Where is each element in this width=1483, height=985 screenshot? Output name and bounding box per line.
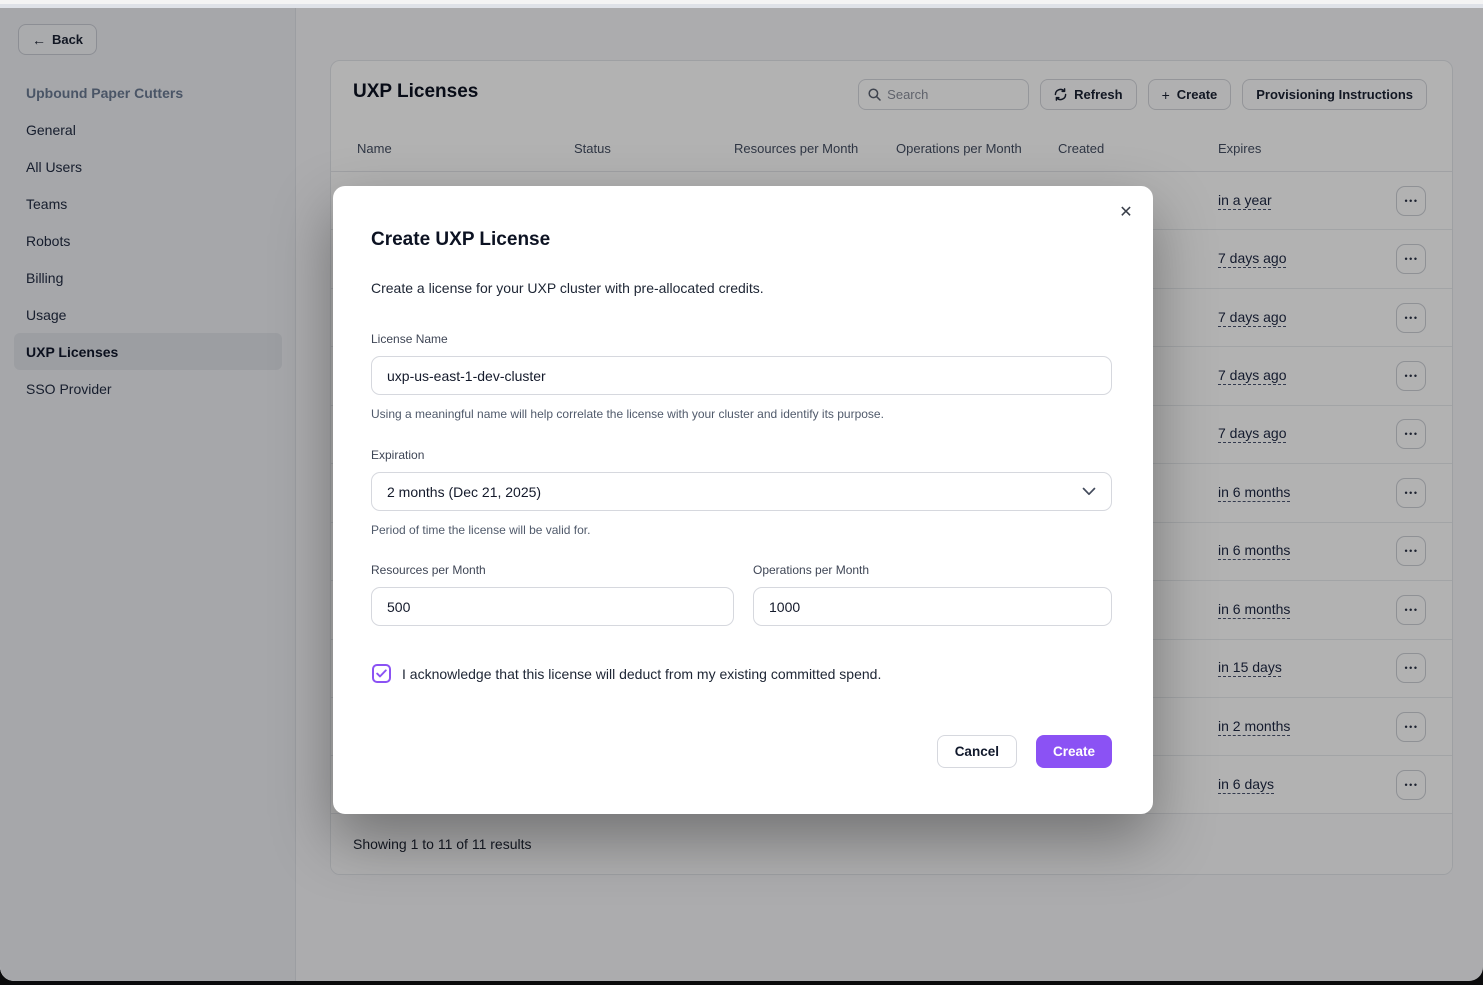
app-window: ← Back Upbound Paper Cutters GeneralAll … bbox=[0, 4, 1483, 981]
modal-actions: Cancel Create bbox=[937, 735, 1112, 768]
modal-title: Create UXP License bbox=[371, 229, 550, 251]
resources-per-month-field[interactable] bbox=[371, 587, 734, 626]
window-top-chrome bbox=[0, 0, 1483, 4]
chevron-down-icon bbox=[1082, 487, 1096, 496]
create-uxp-license-modal: ✕ Create UXP License Create a license fo… bbox=[333, 186, 1153, 814]
license-name-label: License Name bbox=[371, 332, 448, 346]
cancel-button[interactable]: Cancel bbox=[937, 735, 1017, 768]
operations-per-month-field[interactable] bbox=[753, 587, 1112, 626]
modal-create-button[interactable]: Create bbox=[1036, 735, 1112, 768]
acknowledge-label: I acknowledge that this license will ded… bbox=[402, 666, 881, 682]
resources-per-month-label: Resources per Month bbox=[371, 563, 486, 577]
close-icon[interactable]: ✕ bbox=[1112, 198, 1140, 226]
acknowledge-checkbox[interactable] bbox=[372, 664, 391, 683]
license-name-helper: Using a meaningful name will help correl… bbox=[371, 407, 884, 421]
expiration-helper: Period of time the license will be valid… bbox=[371, 523, 590, 537]
acknowledge-row: I acknowledge that this license will ded… bbox=[372, 664, 881, 683]
expiration-label: Expiration bbox=[371, 448, 424, 462]
expiration-value: 2 months (Dec 21, 2025) bbox=[387, 484, 541, 500]
check-icon bbox=[376, 669, 387, 678]
license-name-field[interactable] bbox=[371, 356, 1112, 395]
expiration-select[interactable]: 2 months (Dec 21, 2025) bbox=[371, 472, 1112, 511]
modal-description: Create a license for your UXP cluster wi… bbox=[371, 280, 764, 296]
operations-per-month-label: Operations per Month bbox=[753, 563, 869, 577]
